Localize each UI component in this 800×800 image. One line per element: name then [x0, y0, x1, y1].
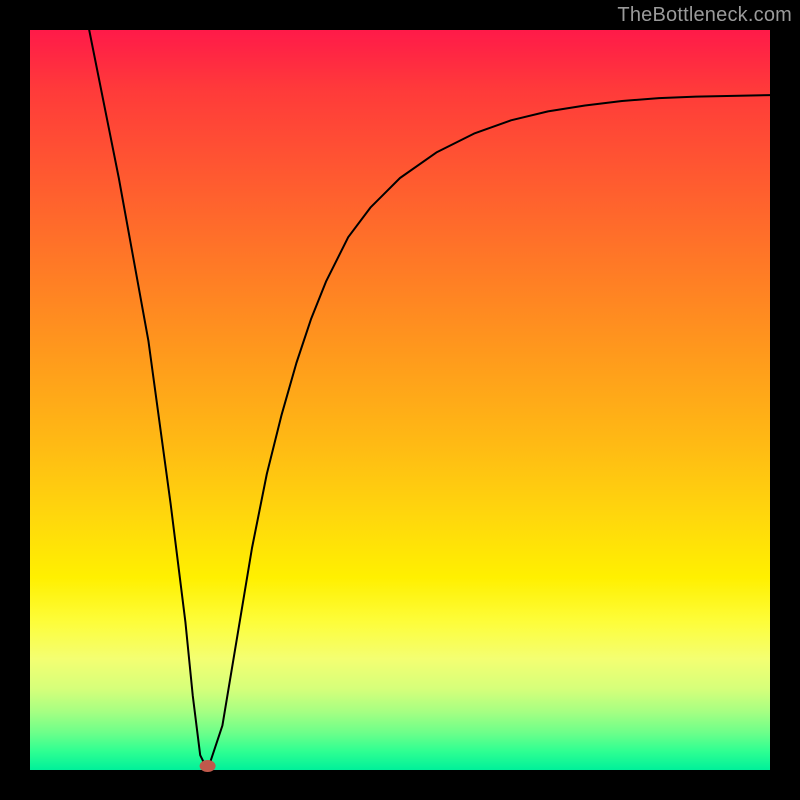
plot-area: [30, 30, 770, 770]
watermark-text: TheBottleneck.com: [617, 4, 792, 27]
optimum-marker: [200, 760, 216, 772]
bottleneck-curve: [89, 30, 770, 770]
curve-svg: [30, 30, 770, 770]
chart-frame: TheBottleneck.com: [0, 0, 800, 800]
